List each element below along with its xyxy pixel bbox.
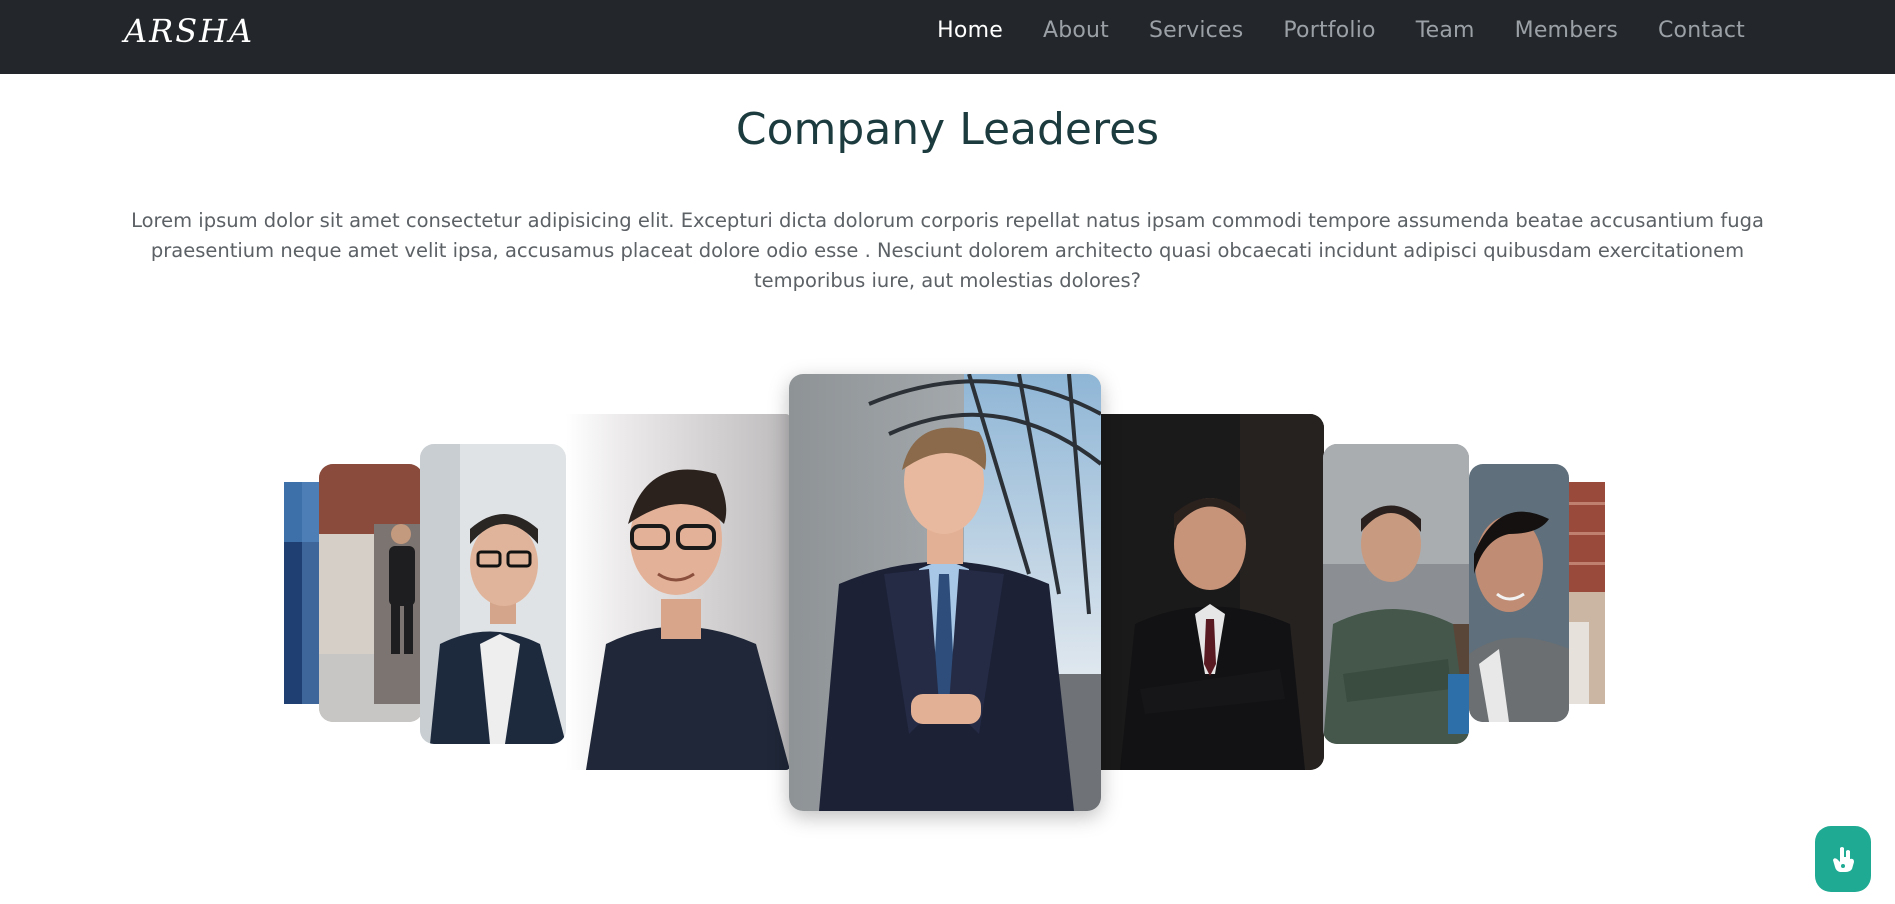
leader-card[interactable] xyxy=(1469,464,1569,722)
leader-card[interactable] xyxy=(1323,444,1469,744)
leader-card-active[interactable] xyxy=(789,374,1101,811)
leader-card[interactable] xyxy=(420,444,566,744)
leader-photo xyxy=(284,482,324,704)
leader-photo xyxy=(319,464,423,722)
leader-photo xyxy=(789,374,1101,811)
leader-card[interactable] xyxy=(566,414,790,770)
leader-photo xyxy=(420,444,566,744)
leaders-carousel xyxy=(0,0,1895,904)
leader-photo xyxy=(1100,414,1324,770)
leader-card[interactable] xyxy=(1569,482,1605,704)
leader-photo xyxy=(1469,464,1569,722)
leader-photo xyxy=(566,414,790,770)
leader-photo xyxy=(1323,444,1469,744)
hand-pointer-icon xyxy=(1833,847,1854,872)
leader-card[interactable] xyxy=(1100,414,1324,770)
leader-card[interactable] xyxy=(319,464,423,722)
leader-photo xyxy=(1569,482,1605,704)
leader-card[interactable] xyxy=(284,482,324,704)
floating-help-button[interactable] xyxy=(1815,826,1871,892)
